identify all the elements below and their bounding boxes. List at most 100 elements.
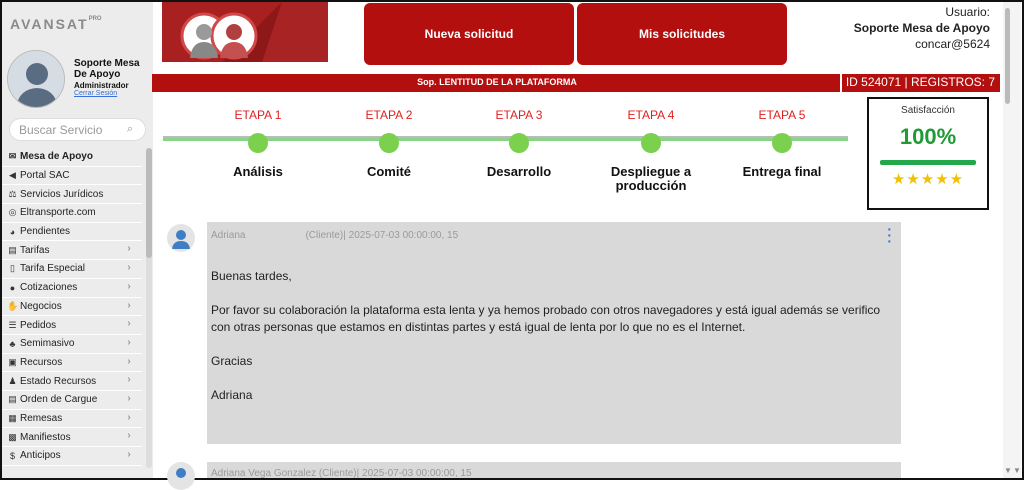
sidebar-item-label: Tarifas <box>20 244 50 256</box>
sidebar: AVANSATPRO Soporte Mesa De Apoyo Adminis… <box>2 2 153 478</box>
pie-icon: ◕ <box>9 226 16 237</box>
sidebar-item-eltransporte-com[interactable]: ◎ Eltransporte.com <box>2 204 142 223</box>
sidebar-item-label: Servicios Jurídicos <box>20 188 104 200</box>
main-scrollbar[interactable]: ▼ ▼ <box>1003 2 1021 478</box>
sidebar-item-recursos[interactable]: ▣ Recursos › <box>2 354 142 373</box>
sidebar-item-label: Orden de Cargue <box>20 394 98 406</box>
star-rating-icon: ★★★★★ <box>891 171 965 188</box>
logout-link[interactable]: Cerrar Sesión <box>74 90 117 97</box>
stage-name: Desarrollo <box>486 164 552 179</box>
comment-meta: Adriana (Cliente)| 2025-07-03 00:00:00, 1… <box>211 230 458 241</box>
sidebar-item-label: Mesa de Apoyo <box>20 151 93 163</box>
chevron-right-icon[interactable]: › <box>123 300 135 314</box>
comment-thanks: Gracias <box>211 354 253 368</box>
list-icon: ☰ <box>8 319 17 330</box>
sidebar-scrollbar[interactable] <box>146 148 152 468</box>
stage-1: ETAPA 1 Análisis <box>193 0 323 179</box>
sidebar-item-label: Portal SAC <box>20 170 70 182</box>
stage-step-label: ETAPA 3 <box>495 108 543 122</box>
sidebar-item-servicios-jur-dicos[interactable]: ⚖ Servicios Jurídicos <box>2 185 142 205</box>
sidebar-item-estado-recursos[interactable]: ♟ Estado Recursos › <box>2 372 142 391</box>
comment-card: Adriana Vega Gonzalez (Cliente)| 2025-07… <box>207 462 901 479</box>
avatar <box>7 50 65 108</box>
comment-card: Adriana (Cliente)| 2025-07-03 00:00:00, 1… <box>207 222 901 444</box>
sidebar-item-orden-de-cargue[interactable]: ▤ Orden de Cargue › <box>2 391 142 410</box>
chevron-right-icon[interactable]: › <box>123 374 135 388</box>
stage-name: Comité <box>366 164 412 179</box>
search-input[interactable]: Buscar Servicio ⌕ <box>9 118 146 141</box>
user-label: Usuario: <box>945 5 990 19</box>
comment-body: Buenas tardes, Por favor su colaboración… <box>211 268 891 421</box>
stage-dot-icon <box>248 133 268 153</box>
id-card-icon: ▣ <box>8 356 17 367</box>
stage-step-label: ETAPA 2 <box>365 108 413 122</box>
sidebar-item-tarifa-especial[interactable]: ▯ Tarifa Especial › <box>2 260 142 279</box>
receipt-icon: ▦ <box>8 412 17 423</box>
file-icon: ▤ <box>8 394 17 405</box>
chevron-right-icon[interactable]: › <box>123 281 135 295</box>
sidebar-item-label: Tarifa Especial <box>20 263 86 275</box>
user-name: Soporte Mesa De Apoyo <box>74 58 140 80</box>
sidebar-item-pendientes[interactable]: ◕ Pendientes <box>2 223 142 242</box>
stage-3: ETAPA 3 Desarrollo <box>454 0 584 179</box>
stage-name: Despliegue a producción <box>610 164 692 193</box>
scroll-down-icon[interactable]: ▼ <box>1013 466 1021 475</box>
user-info: Usuario: Soporte Mesa de Apoyo concar@56… <box>854 4 990 52</box>
chevron-right-icon[interactable]: › <box>123 356 135 370</box>
stage-step-label: ETAPA 5 <box>758 108 806 122</box>
stage-name: Entrega final <box>742 164 822 179</box>
chevron-right-icon[interactable]: › <box>123 337 135 351</box>
comment-icon: ● <box>9 282 16 293</box>
sidebar-item-negocios[interactable]: ✋ Negocios › <box>2 298 142 317</box>
satisfaction-box: Satisfacción 100% ★★★★★ <box>867 97 989 210</box>
sidebar-item-mesa-de-apoyo[interactable]: ✉ Mesa de Apoyo <box>2 148 142 167</box>
search-icon[interactable]: ⌕ <box>127 123 133 136</box>
dollar-icon: $ <box>9 450 15 461</box>
satisfaction-label: Satisfacción <box>901 105 955 116</box>
sidebar-item-tarifas[interactable]: ▤ Tarifas › <box>2 241 142 261</box>
sidebar-item-label: Cotizaciones <box>20 282 78 294</box>
comment-text: Por favor su colaboración la plataforma … <box>211 303 881 334</box>
comment-meta: Adriana Vega Gonzalez (Cliente)| 2025-07… <box>211 468 472 479</box>
ticket-id: ID 524071 | REGISTROS: 7 <box>845 75 995 89</box>
sidebar-item-remesas[interactable]: ▦ Remesas › <box>2 410 142 429</box>
chevron-right-icon[interactable]: › <box>123 262 135 276</box>
stage-dot-icon <box>379 133 399 153</box>
sidebar-item-portal-sac[interactable]: ◀ Portal SAC <box>2 167 142 186</box>
sidebar-item-manifiestos[interactable]: ▩ Manifiestos › <box>2 428 142 447</box>
sidebar-item-cotizaciones[interactable]: ● Cotizaciones › <box>2 279 142 298</box>
chat-icon: ✉ <box>8 151 17 162</box>
megaphone-icon: ◀ <box>9 170 16 181</box>
users-icon: ♟ <box>8 375 17 386</box>
sidebar-item-label: Manifiestos <box>20 431 71 443</box>
comment-details: (Cliente)| 2025-07-03 00:00:00, 15 <box>305 230 459 241</box>
stage-name: Análisis <box>233 164 283 179</box>
sidebar-item-label: Pendientes <box>20 226 71 238</box>
sidebar-menu: ✉ Mesa de Apoyo ◀ Portal SAC ⚖ Servicios Jurí… <box>2 148 142 466</box>
user-role: Administrador <box>74 81 129 90</box>
bookmark-icon: ▯ <box>10 263 15 274</box>
sidebar-item-label: Semimasivo <box>20 338 75 350</box>
chevron-right-icon[interactable]: › <box>123 449 135 463</box>
chevron-right-icon[interactable]: › <box>123 318 135 332</box>
sidebar-item-label: Negocios <box>20 300 62 312</box>
chevron-right-icon[interactable]: › <box>123 393 135 407</box>
stage-step-label: ETAPA 4 <box>627 108 675 122</box>
scroll-down-icon[interactable]: ▼ <box>1004 466 1012 475</box>
sidebar-item-semimasivo[interactable]: ♣ Semimasivo › <box>2 335 142 354</box>
satisfaction-bar <box>880 160 976 165</box>
chevron-right-icon[interactable]: › <box>123 243 135 257</box>
sidebar-item-anticipos[interactable]: $ Anticipos › <box>2 447 142 466</box>
stage-4: ETAPA 4 Despliegue a producción <box>586 0 716 193</box>
kebab-menu-icon[interactable]: · · · <box>887 222 892 248</box>
comment-signature: Adriana <box>211 388 253 402</box>
handshake-icon: ✋ <box>7 300 19 311</box>
chevron-right-icon[interactable]: › <box>123 412 135 426</box>
stage-dot-icon <box>772 133 792 153</box>
scale-icon: ⚖ <box>8 188 17 199</box>
sidebar-item-label: Recursos <box>20 356 63 368</box>
chevron-right-icon[interactable]: › <box>123 430 135 444</box>
calculator-icon: ▤ <box>8 244 17 255</box>
sidebar-item-pedidos[interactable]: ☰ Pedidos › <box>2 316 142 335</box>
brand-logo: AVANSATPRO <box>10 16 102 32</box>
